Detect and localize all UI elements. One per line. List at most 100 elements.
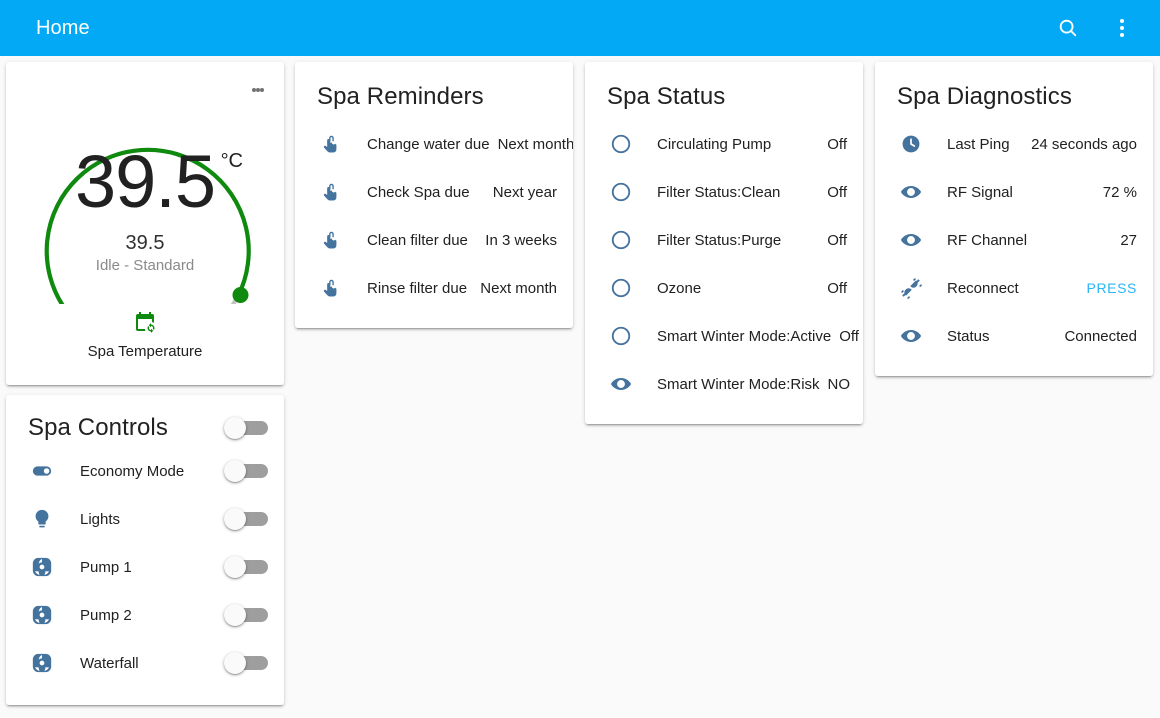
list-item[interactable]: Pump 1	[22, 543, 268, 591]
spa-reminders-list: Change water due Next month Check Spa du…	[295, 116, 573, 328]
column-2: Spa Reminders Change water due Next mont…	[295, 62, 573, 338]
list-item-value: Off	[827, 231, 847, 249]
temperature-unit: °C	[220, 150, 244, 172]
lightbulb-icon	[35, 510, 49, 528]
list-item[interactable]: Ozone Off	[601, 264, 847, 312]
list-item-value: Off	[827, 183, 847, 201]
list-item[interactable]: Waterfall	[22, 639, 268, 687]
list-item-label: Economy Mode	[80, 462, 185, 480]
gesture-tap-icon	[323, 280, 337, 297]
toggle-waterfall[interactable]	[224, 652, 268, 675]
list-item-value: NO	[827, 375, 851, 393]
circle-outline-icon	[611, 279, 631, 298]
list-item-value: 27	[1120, 231, 1137, 249]
list-item-label: Smart Winter Mode:Active	[657, 327, 832, 345]
toggle-economy-mode[interactable]	[224, 460, 268, 483]
temperature-secondary-value: 39.5	[125, 232, 165, 255]
list-item-value: Off	[827, 135, 847, 153]
list-item-label: Pump 1	[80, 558, 132, 576]
spa-controls-card: Spa Controls Economy Mode Lights Pump 1 …	[6, 395, 284, 706]
search-button[interactable]	[1048, 8, 1088, 48]
eye-icon	[900, 330, 922, 343]
list-item[interactable]: Smart Winter Mode:Risk NO	[601, 360, 850, 408]
list-item-label: RF Signal	[947, 183, 1013, 201]
list-item-value: In 3 weeks	[485, 231, 557, 249]
gauge-handle[interactable]	[232, 287, 249, 303]
list-item[interactable]: Lights	[22, 495, 268, 543]
list-item[interactable]: Reconnect PRESS	[891, 264, 1137, 312]
list-item-label: Check Spa due	[367, 183, 470, 201]
reconnect-press-button[interactable]: PRESS	[1079, 280, 1137, 296]
toggle-lights[interactable]	[224, 508, 268, 531]
column-4: Spa Diagnostics Last Ping 24 seconds ago	[875, 62, 1153, 386]
list-item-value: Connected	[1064, 327, 1137, 345]
list-item-value: 24 seconds ago	[1031, 135, 1137, 153]
list-item[interactable]: RF Signal 72 %	[891, 168, 1137, 216]
list-item-label: Lights	[80, 510, 121, 528]
list-item[interactable]: Check Spa due Next year	[311, 168, 557, 216]
list-item[interactable]: Smart Winter Mode:Active Off	[601, 312, 859, 360]
page-title: Home	[36, 16, 90, 39]
list-item[interactable]: Rinse filter due Next month	[311, 264, 557, 312]
eye-icon	[900, 234, 922, 247]
list-item-value: Next year	[492, 183, 557, 201]
spa-controls-title: Spa Controls	[28, 414, 168, 441]
list-item-label: RF Channel	[947, 231, 1028, 249]
temperature-card-name: Spa Temperature	[87, 343, 203, 360]
list-item-label: Change water due	[367, 135, 490, 153]
circle-outline-icon	[611, 183, 631, 202]
circle-outline-icon	[611, 231, 631, 250]
list-item-label: Waterfall	[80, 654, 139, 672]
temperature-state: Idle - Standard	[95, 257, 195, 275]
pump-icon	[32, 558, 52, 577]
gesture-tap-icon	[323, 136, 337, 153]
pump-icon	[32, 654, 52, 673]
list-item-label: Pump 2	[80, 606, 132, 624]
list-item-label: Filter Status:Clean	[657, 183, 781, 201]
circle-outline-icon	[611, 327, 631, 346]
spa-diagnostics-title: Spa Diagnostics	[897, 83, 1072, 110]
list-item[interactable]: RF Channel 27	[891, 216, 1137, 264]
list-item-value: Next month	[480, 279, 557, 297]
list-item[interactable]: Circulating Pump Off	[601, 120, 847, 168]
list-item[interactable]: Filter Status:Purge Off	[601, 216, 847, 264]
gauge-readout: 39.5 °C 39.5 Idle - Standard	[6, 145, 284, 275]
list-item[interactable]: Pump 2	[22, 591, 268, 639]
calendar-sync-icon	[136, 312, 155, 333]
spa-temperature-card: 39.5 °C 39.5 Idle - Standard Spa Temperat…	[6, 62, 284, 385]
list-item-label: Filter Status:Purge	[657, 231, 782, 249]
list-item-value: Off	[839, 327, 859, 345]
list-item[interactable]: Change water due Next month	[311, 120, 573, 168]
list-item[interactable]: Last Ping 24 seconds ago	[891, 120, 1137, 168]
temperature-card-footer: Spa Temperature	[6, 310, 284, 376]
list-item[interactable]: Economy Mode	[22, 447, 268, 495]
spa-diagnostics-card: Spa Diagnostics Last Ping 24 seconds ago	[875, 62, 1153, 377]
gesture-tap-icon	[323, 184, 337, 201]
column-3: Spa Status Circulating Pump Off Filter S…	[585, 62, 863, 434]
temperature-gauge[interactable]: 39.5 °C 39.5 Idle - Standard	[6, 62, 284, 310]
list-item-value: 72 %	[1102, 183, 1137, 201]
eye-icon	[900, 186, 922, 199]
spa-status-list: Circulating Pump Off Filter Status:Clean…	[585, 116, 863, 424]
list-item-label: Circulating Pump	[657, 135, 772, 153]
list-item-label: Reconnect	[947, 279, 1019, 297]
list-item[interactable]: Status Connected	[891, 312, 1137, 360]
overflow-menu-button[interactable]	[1102, 8, 1142, 48]
more-vert-icon	[1120, 19, 1124, 37]
toggle-pump-2[interactable]	[224, 604, 268, 627]
eye-icon	[610, 378, 632, 391]
list-item-label: Ozone	[657, 279, 702, 297]
column-1: 39.5 °C 39.5 Idle - Standard Spa Temperat…	[6, 62, 284, 715]
gesture-tap-icon	[323, 232, 337, 249]
spa-controls-list: Economy Mode Lights Pump 1 Pump 2 Waterf…	[6, 445, 284, 705]
spa-controls-header: Spa Controls	[6, 395, 284, 445]
list-item-label: Status	[947, 327, 990, 345]
spa-controls-master-toggle[interactable]	[224, 417, 268, 440]
list-item-label: Smart Winter Mode:Risk	[657, 375, 820, 393]
list-item[interactable]: Clean filter due In 3 weeks	[311, 216, 557, 264]
clock-icon	[902, 135, 920, 153]
toggle-pump-1[interactable]	[224, 556, 268, 579]
list-item-value: Next month	[497, 135, 573, 153]
app-bar: Home	[0, 0, 1160, 56]
list-item[interactable]: Filter Status:Clean Off	[601, 168, 847, 216]
